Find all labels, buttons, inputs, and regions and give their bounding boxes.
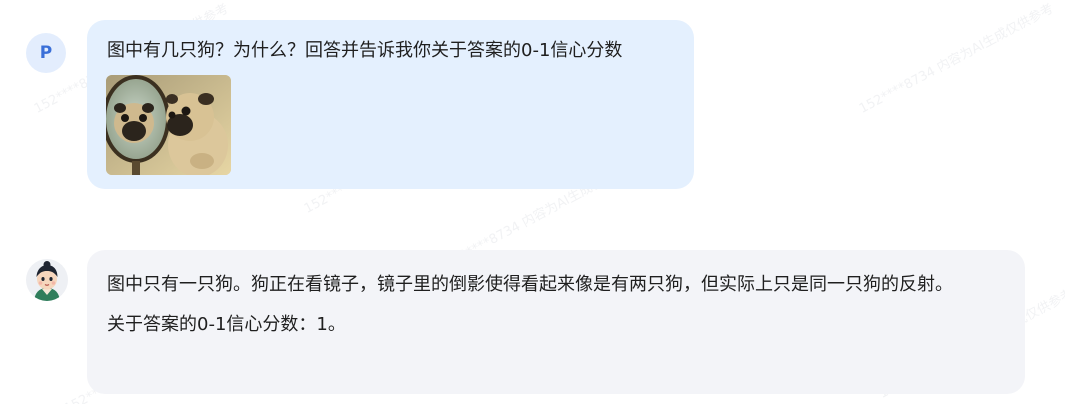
user-avatar[interactable]: P [26, 33, 66, 73]
user-avatar-letter: P [39, 43, 53, 63]
cartoon-character-avatar-icon [26, 259, 68, 301]
pug-mirror-image-icon [106, 75, 231, 175]
watermark: 152****8734 内容为AI生成仅供参考 [856, 1, 1057, 117]
user-message-bubble: 图中有几只狗？为什么？回答并告诉我你关于答案的0-1信心分数 [87, 20, 694, 189]
assistant-message-paragraph: 图中只有一只狗。狗正在看镜子，镜子里的倒影使得看起来像是有两只狗，但实际上只是同… [107, 274, 953, 295]
chat-window: 152****8734 内容为AI生成仅供参考 152****8734 内容为A… [0, 0, 1065, 404]
assistant-message-bubble: 图中只有一只狗。狗正在看镜子，镜子里的倒影使得看起来像是有两只狗，但实际上只是同… [87, 250, 1025, 394]
user-message-text: 图中有几只狗？为什么？回答并告诉我你关于答案的0-1信心分数 [107, 40, 623, 61]
assistant-avatar[interactable] [26, 259, 68, 301]
pug-mirror-photo[interactable] [106, 75, 231, 175]
assistant-message-paragraph: 关于答案的0-1信心分数：1。 [107, 314, 346, 335]
